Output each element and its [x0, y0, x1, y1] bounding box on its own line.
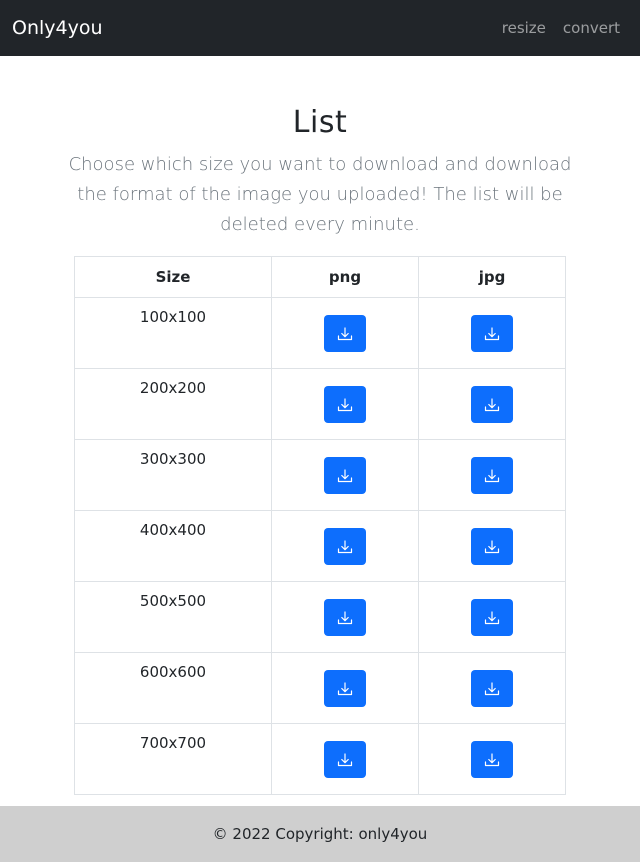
download-jpg-button[interactable]	[471, 670, 513, 707]
download-png-button[interactable]	[324, 457, 366, 494]
page-description: Choose which size you want to download a…	[68, 154, 572, 235]
table-header-row: Size png jpg	[74, 256, 566, 298]
size-label: 600x600	[139, 663, 207, 681]
download-png-button[interactable]	[324, 386, 366, 423]
jpg-cell	[418, 652, 566, 724]
size-cell: 700x700	[74, 723, 272, 795]
png-cell	[271, 297, 419, 369]
download-icon	[484, 610, 500, 626]
png-cell	[271, 723, 419, 795]
header-jpg: jpg	[418, 256, 566, 298]
download-icon	[337, 610, 353, 626]
download-jpg-button[interactable]	[471, 599, 513, 636]
table-row: 700x700	[74, 723, 566, 795]
download-icon	[484, 681, 500, 697]
download-icon	[337, 539, 353, 555]
png-cell	[271, 510, 419, 582]
header-png: png	[271, 256, 419, 298]
download-icon	[337, 397, 353, 413]
jpg-cell	[418, 510, 566, 582]
download-icon	[484, 397, 500, 413]
size-cell: 100x100	[74, 297, 272, 369]
download-icon	[484, 539, 500, 555]
table-body: 100x100 200x200 300x300 400x400 500x500 600x6…	[74, 297, 566, 795]
jpg-cell	[418, 723, 566, 795]
size-label: 700x700	[139, 734, 207, 752]
download-png-button[interactable]	[324, 599, 366, 636]
brand-link[interactable]: Only4you	[12, 16, 103, 40]
size-cell: 400x400	[74, 510, 272, 582]
download-jpg-button[interactable]	[471, 315, 513, 352]
download-jpg-button[interactable]	[471, 457, 513, 494]
download-png-button[interactable]	[324, 670, 366, 707]
size-cell: 500x500	[74, 581, 272, 653]
size-table: Size png jpg 100x100 200x200 300x300 400x40…	[74, 256, 566, 795]
png-cell	[271, 439, 419, 511]
download-icon	[484, 326, 500, 342]
size-label: 500x500	[139, 592, 207, 610]
size-cell: 200x200	[74, 368, 272, 440]
table-row: 500x500	[74, 581, 566, 653]
table-row: 400x400	[74, 510, 566, 582]
jpg-cell	[418, 439, 566, 511]
size-cell: 300x300	[74, 439, 272, 511]
download-icon	[337, 681, 353, 697]
jpg-cell	[418, 297, 566, 369]
nav-link-resize[interactable]: resize	[502, 18, 546, 38]
download-jpg-button[interactable]	[471, 741, 513, 778]
download-jpg-button[interactable]	[471, 528, 513, 565]
size-label: 200x200	[139, 379, 207, 397]
download-icon	[337, 752, 353, 768]
size-label: 400x400	[139, 521, 207, 539]
png-cell	[271, 652, 419, 724]
nav-link-convert[interactable]: convert	[563, 18, 620, 38]
jpg-cell	[418, 581, 566, 653]
size-label: 100x100	[139, 308, 207, 326]
download-png-button[interactable]	[324, 528, 366, 565]
size-label: 300x300	[139, 450, 207, 468]
download-icon	[337, 326, 353, 342]
download-png-button[interactable]	[324, 315, 366, 352]
table-row: 200x200	[74, 368, 566, 440]
png-cell	[271, 368, 419, 440]
download-jpg-button[interactable]	[471, 386, 513, 423]
navbar: Only4you resize convert	[0, 0, 640, 56]
download-png-button[interactable]	[324, 741, 366, 778]
header-size: Size	[74, 256, 272, 298]
png-cell	[271, 581, 419, 653]
download-icon	[484, 752, 500, 768]
size-cell: 600x600	[74, 652, 272, 724]
download-icon	[484, 468, 500, 484]
copyright-text: © 2022 Copyright: only4you	[212, 825, 428, 843]
download-icon	[337, 468, 353, 484]
table-row: 300x300	[74, 439, 566, 511]
table-row: 100x100	[74, 297, 566, 369]
page-title: List	[292, 105, 348, 140]
footer: © 2022 Copyright: only4you	[0, 806, 640, 862]
nav-links: resize convert	[502, 18, 620, 38]
table-row: 600x600	[74, 652, 566, 724]
jpg-cell	[418, 368, 566, 440]
